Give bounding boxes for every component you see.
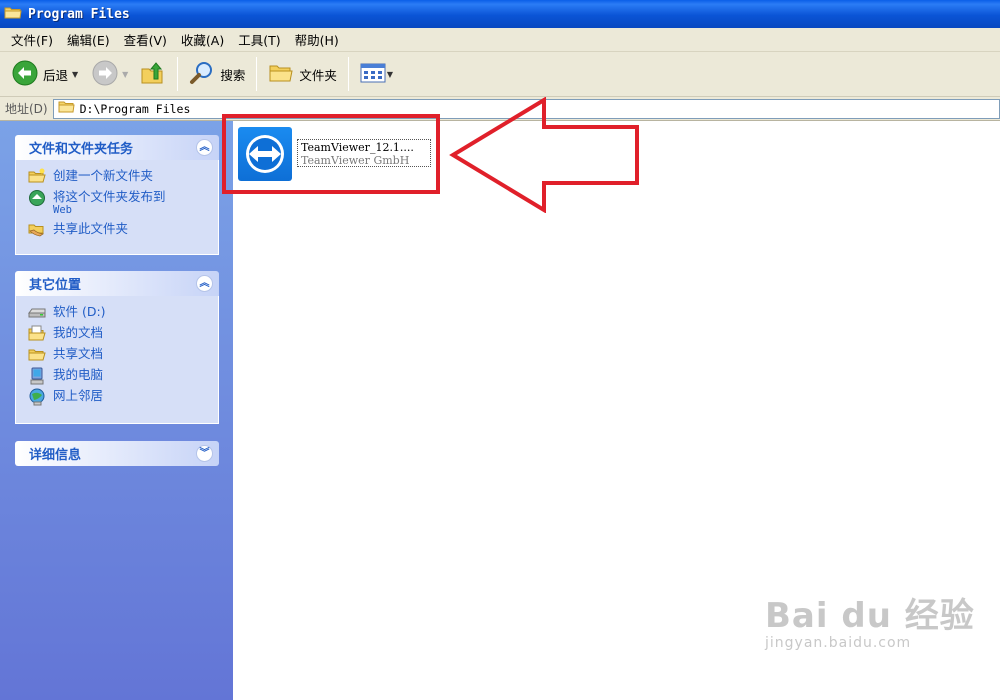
title-bar[interactable]: Program Files: [0, 0, 1000, 28]
address-label: 地址(D): [5, 102, 48, 116]
toolbar-separator: [256, 57, 258, 91]
panel-title: 其它位置: [29, 278, 82, 293]
place-drive-d[interactable]: 软件 (D:): [28, 304, 210, 320]
new-folder-icon: [28, 168, 46, 184]
menu-view[interactable]: 查看(V): [117, 28, 174, 51]
place-label: 我的电脑: [53, 367, 104, 382]
forward-button[interactable]: ▼: [88, 56, 132, 92]
watermark: Bai du 经验 jingyan.baidu.com: [765, 588, 975, 651]
drive-icon: [28, 304, 46, 320]
search-icon: [189, 60, 215, 89]
up-folder-icon: [140, 60, 166, 89]
views-grid-icon: [360, 62, 386, 87]
task-label: 创建一个新文件夹: [53, 168, 154, 183]
search-label: 搜索: [220, 67, 246, 83]
annotation-arrow-icon: [449, 97, 639, 213]
up-folder-button[interactable]: [136, 56, 170, 92]
panel-title: 详细信息: [29, 448, 82, 463]
task-share-folder[interactable]: 共享此文件夹: [28, 221, 210, 237]
place-label: 共享文档: [53, 346, 104, 361]
views-dropdown-icon[interactable]: ▼: [387, 70, 393, 79]
collapse-chevron-icon[interactable]: ︽: [196, 275, 213, 292]
place-my-documents[interactable]: 我的文档: [28, 325, 210, 341]
task-new-folder[interactable]: 创建一个新文件夹: [28, 168, 210, 184]
panel-title: 文件和文件夹任务: [29, 142, 134, 157]
my-documents-icon: [28, 325, 46, 341]
folder-icon: [58, 100, 75, 117]
toolbar-separator: [347, 57, 349, 91]
watermark-logo: Bai du 经验: [765, 596, 975, 636]
place-label: 软件 (D:): [53, 304, 106, 319]
forward-arrow-icon: [92, 60, 118, 89]
shared-documents-icon: [28, 346, 46, 362]
back-dropdown-icon[interactable]: ▼: [72, 70, 78, 79]
explorer-window: Program Files 文件(F) 编辑(E) 查看(V) 收藏(A) 工具…: [0, 0, 1000, 700]
menu-file[interactable]: 文件(F): [4, 28, 60, 51]
place-network[interactable]: 网上邻居: [28, 388, 210, 406]
back-button[interactable]: 后退 ▼: [8, 56, 82, 92]
panel-header[interactable]: 详细信息 ︾: [15, 441, 219, 466]
panel-body: 创建一个新文件夹 将这个文件夹发布到 Web 共享此文件夹: [15, 160, 219, 255]
back-label: 后退: [43, 67, 69, 83]
menu-edit[interactable]: 编辑(E): [60, 28, 117, 51]
folder-icon: [4, 5, 22, 23]
task-text: 将这个文件夹发布到 Web: [53, 189, 166, 216]
publish-web-icon: [28, 189, 46, 206]
other-places-panel: 其它位置 ︽ 软件 (D:) 我的文档 共享文档 我的电脑 网上邻居: [15, 271, 219, 424]
search-button[interactable]: 搜索: [185, 56, 249, 92]
task-label: 共享此文件夹: [53, 221, 129, 236]
menu-favorites[interactable]: 收藏(A): [174, 28, 231, 51]
menu-help[interactable]: 帮助(H): [288, 28, 346, 51]
panel-header[interactable]: 文件和文件夹任务 ︽: [15, 135, 219, 160]
toolbar-separator: [177, 57, 179, 91]
task-publish-web[interactable]: 将这个文件夹发布到 Web: [28, 189, 210, 216]
folders-button[interactable]: 文件夹: [264, 56, 341, 92]
menu-tools[interactable]: 工具(T): [231, 28, 287, 51]
place-shared-documents[interactable]: 共享文档: [28, 346, 210, 362]
task-label: 将这个文件夹发布到: [53, 189, 166, 204]
panel-body: 软件 (D:) 我的文档 共享文档 我的电脑 网上邻居: [15, 296, 219, 424]
task-sublabel: Web: [53, 204, 72, 216]
panel-header[interactable]: 其它位置 ︽: [15, 271, 219, 296]
share-folder-icon: [28, 221, 46, 237]
folders-label: 文件夹: [299, 67, 337, 83]
address-path: D:\Program Files: [79, 101, 191, 116]
forward-dropdown-icon[interactable]: ▼: [122, 70, 128, 79]
details-panel: 详细信息 ︾: [15, 441, 219, 466]
place-label: 我的文档: [53, 325, 104, 340]
folders-icon: [268, 61, 294, 88]
expand-chevron-icon[interactable]: ︾: [196, 445, 213, 462]
task-pane: 文件和文件夹任务 ︽ 创建一个新文件夹 将这个文件夹发布到 Web 共享此文件夹…: [0, 121, 233, 700]
annotation-highlight-box: [222, 114, 440, 194]
watermark-url: jingyan.baidu.com: [765, 635, 912, 651]
network-places-icon: [28, 388, 46, 406]
back-arrow-icon: [12, 60, 38, 89]
views-button[interactable]: ▼: [356, 56, 397, 92]
my-computer-icon: [28, 367, 46, 385]
file-folder-tasks-panel: 文件和文件夹任务 ︽ 创建一个新文件夹 将这个文件夹发布到 Web 共享此文件夹: [15, 135, 219, 255]
window-title: Program Files: [28, 6, 130, 22]
place-label: 网上邻居: [53, 388, 104, 403]
collapse-chevron-icon[interactable]: ︽: [196, 139, 213, 156]
place-my-computer[interactable]: 我的电脑: [28, 367, 210, 385]
menu-bar: 文件(F) 编辑(E) 查看(V) 收藏(A) 工具(T) 帮助(H): [0, 28, 1000, 52]
toolbar: 后退 ▼ ▼ 搜索 文件夹 ▼: [0, 52, 1000, 97]
